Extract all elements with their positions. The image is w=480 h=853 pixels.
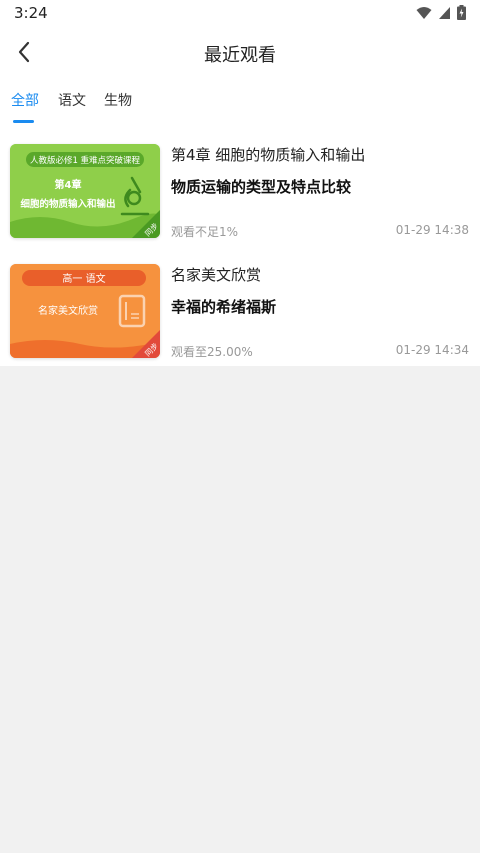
thumbnail-graphic: 高一 语文 名家美文欣赏 同步 bbox=[10, 264, 160, 358]
status-time: 3:24 bbox=[14, 4, 48, 22]
list-item[interactable]: 人教版必修1 重难点突破课程 第4章 细胞的物质输入和输出 同步 第4章 细胞的… bbox=[0, 140, 480, 260]
item-timestamp: 01-29 14:34 bbox=[395, 343, 469, 357]
active-tab-indicator bbox=[13, 120, 34, 123]
cellular-signal-icon bbox=[439, 6, 450, 19]
tab-chinese[interactable]: 语文 bbox=[58, 90, 86, 110]
item-progress: 观看至25.00% bbox=[171, 345, 253, 359]
tab-all[interactable]: 全部 bbox=[11, 90, 39, 110]
thumb-subtitle: 名家美文欣赏 bbox=[38, 304, 98, 317]
thumb-subtitle: 细胞的物质输入和输出 bbox=[20, 198, 115, 210]
thumbnail-graphic: 人教版必修1 重难点突破课程 第4章 细胞的物质输入和输出 同步 bbox=[10, 144, 160, 238]
course-thumbnail: 人教版必修1 重难点突破课程 第4章 细胞的物质输入和输出 同步 bbox=[10, 144, 160, 238]
recent-list: 人教版必修1 重难点突破课程 第4章 细胞的物质输入和输出 同步 第4章 细胞的… bbox=[0, 126, 480, 366]
thumb-banner: 高一 语文 bbox=[62, 272, 105, 285]
tab-bar: 全部 语文 生物 bbox=[0, 78, 480, 126]
item-progress: 观看不足1% bbox=[171, 225, 239, 239]
status-bar: 3:24 bbox=[0, 0, 480, 26]
status-icons bbox=[416, 5, 466, 20]
title-bar: 最近观看 bbox=[0, 26, 480, 78]
list-item[interactable]: 高一 语文 名家美文欣赏 同步 名家美文欣赏 幸福的希绪福斯 观看至25.00%… bbox=[0, 260, 480, 380]
page-title: 最近观看 bbox=[204, 45, 276, 66]
tab-biology[interactable]: 生物 bbox=[104, 90, 132, 110]
battery-charging-icon bbox=[457, 5, 466, 20]
item-lesson-title: 物质运输的类型及特点比较 bbox=[171, 178, 352, 196]
thumb-banner: 人教版必修1 重难点突破课程 bbox=[30, 155, 141, 166]
thumb-chapter: 第4章 bbox=[55, 178, 82, 191]
wifi-icon bbox=[416, 6, 432, 19]
course-thumbnail: 高一 语文 名家美文欣赏 同步 bbox=[10, 264, 160, 358]
item-timestamp: 01-29 14:38 bbox=[395, 223, 469, 237]
item-chapter: 第4章 细胞的物质输入和输出 bbox=[171, 146, 366, 164]
item-lesson-title: 幸福的希绪福斯 bbox=[171, 298, 277, 316]
item-chapter: 名家美文欣赏 bbox=[171, 266, 262, 284]
